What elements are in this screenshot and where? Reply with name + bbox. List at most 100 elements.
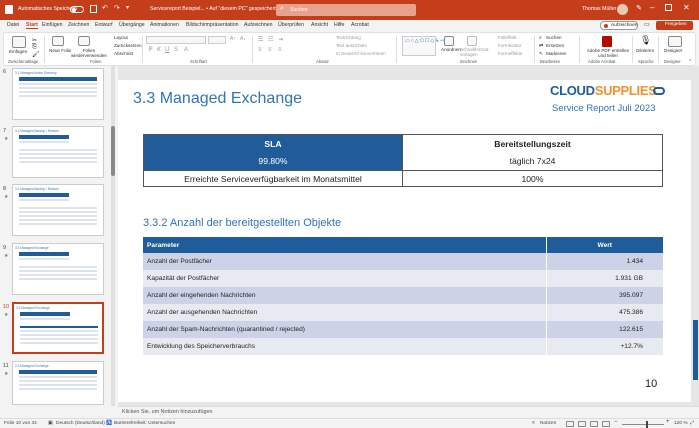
align-left-icon[interactable]: ≡ — [258, 47, 262, 53]
section-heading[interactable]: 3.3.2 Anzahl der bereitgestellten Objekt… — [143, 217, 341, 229]
replace-button[interactable]: Ersetzen — [546, 43, 564, 48]
slideshow-icon[interactable] — [602, 421, 610, 427]
tab-uebergaenge[interactable]: Übergänge — [119, 22, 145, 28]
zoom-in-icon[interactable]: + — [666, 419, 670, 425]
notes-placeholder[interactable]: Klicken Sie, um Notizen hinzuzufügen — [122, 409, 213, 415]
italic-icon[interactable]: K — [157, 47, 161, 53]
autosave-toggle[interactable] — [70, 6, 84, 13]
arrange-icon[interactable] — [444, 36, 454, 46]
collapse-ribbon-icon[interactable]: ⌃ — [688, 59, 692, 65]
outline-button[interactable]: Formkontur — [498, 43, 522, 48]
zoom-level[interactable]: 120 % — [674, 421, 688, 426]
grow-font-icon[interactable]: A↑ — [230, 36, 236, 42]
find-icon[interactable]: ⌕ — [539, 35, 542, 41]
effects-button[interactable]: Formeffekte — [498, 51, 522, 56]
zoom-slider-thumb[interactable] — [646, 421, 648, 428]
tab-start[interactable]: Start — [26, 22, 38, 29]
reset-button[interactable]: Zurücksetzen — [114, 43, 142, 48]
tab-ueberpruefen[interactable]: Überprüfen — [278, 22, 304, 28]
dictate-icon[interactable]: 🎙 — [640, 35, 651, 46]
align-right-icon[interactable]: ≡ — [278, 47, 282, 53]
section-button[interactable]: Abschnitt — [114, 51, 133, 56]
quick-styles-label[interactable]: Schnellformat-vorlagen — [460, 47, 490, 57]
canvas-scrollbar[interactable] — [692, 66, 699, 406]
accessibility-icon[interactable]: ♿ — [106, 421, 112, 426]
search-box[interactable]: ⌕ Suchen — [276, 4, 416, 16]
tab-animationen[interactable]: Animationen — [150, 22, 179, 28]
dictate-label[interactable]: Diktieren — [636, 48, 654, 53]
slide-sorter-icon[interactable] — [578, 421, 586, 427]
slide-thumbnail-11[interactable]: 3.3 Managed Exchange — [12, 361, 104, 405]
minimize-icon[interactable]: – — [650, 3, 654, 12]
tab-bildschirmpraesentation[interactable]: Bildschirmpräsentation — [186, 22, 238, 28]
paste-label[interactable]: Einfügen — [9, 49, 27, 54]
normal-view-icon[interactable] — [566, 421, 574, 427]
slide-thumbnail-8[interactable]: 3.2 Managed Backup / Restore — [12, 184, 104, 236]
tab-acrobat[interactable]: Acrobat — [351, 22, 369, 28]
slide[interactable]: 3.3 Managed Exchange CLOUDSUPPLIES Servi… — [118, 80, 691, 402]
record-button[interactable]: Aufzeichnen — [600, 21, 638, 30]
fit-to-window-icon[interactable]: ⤢ — [690, 420, 694, 426]
tab-zeichnen[interactable]: Zeichnen — [68, 22, 89, 28]
copy-icon[interactable]: ⎘ — [32, 44, 37, 51]
select-button[interactable]: Markieren — [546, 51, 566, 56]
redo-icon[interactable]: ↷ — [114, 4, 120, 12]
notes-icon[interactable]: ≡ — [532, 421, 535, 426]
close-icon[interactable]: ✕ — [683, 3, 690, 12]
sla-table[interactable]: SLA Bereitstellungszeit 99.80% täglich 7… — [143, 134, 663, 187]
tab-einfuegen[interactable]: Einfügen — [42, 22, 62, 28]
reuse-slides-icon[interactable] — [78, 36, 90, 46]
slide-thumbnail-9[interactable]: 3.3 Managed Exchange — [12, 243, 104, 295]
text-direction-button[interactable]: Textrichtung — [336, 35, 361, 40]
underline-icon[interactable]: U — [165, 47, 169, 53]
new-slide-icon[interactable] — [52, 36, 64, 46]
shrink-font-icon[interactable]: A↓ — [240, 36, 246, 42]
align-center-icon[interactable]: ≡ — [268, 47, 272, 53]
tab-ansicht[interactable]: Ansicht — [311, 22, 328, 28]
font-family-select[interactable] — [146, 36, 206, 44]
notes-toggle[interactable]: Notizen — [540, 421, 556, 426]
slide-title[interactable]: 3.3 Managed Exchange — [133, 90, 302, 108]
document-title[interactable]: Servicereport Beispiel... • Auf "diesem … — [150, 6, 276, 12]
bullets-icon[interactable]: ☰ — [258, 36, 263, 43]
designer-icon[interactable] — [668, 36, 682, 47]
avatar[interactable] — [617, 4, 628, 15]
reuse-slides-label[interactable]: Folien wiederverwenden — [68, 48, 110, 58]
quick-styles-icon[interactable] — [467, 36, 477, 46]
shapes-gallery[interactable]: ▭○△⬠☐◇↳⇨ — [402, 36, 445, 56]
customize-toolbar-icon[interactable]: ▾ — [126, 4, 129, 11]
align-text-button[interactable]: Text ausrichten — [336, 43, 367, 48]
adobe-pdf-icon[interactable] — [602, 36, 612, 47]
maximize-icon[interactable] — [665, 4, 672, 11]
undo-icon[interactable]: ↶ — [102, 4, 108, 12]
arrange-label[interactable]: Anordnen — [441, 47, 461, 52]
find-button[interactable]: Suchen — [546, 35, 562, 40]
numbering-icon[interactable]: ☷ — [268, 36, 273, 43]
spellcheck-icon[interactable]: ▣ — [48, 421, 53, 426]
accessibility-status[interactable]: Barrierefreiheit: Untersuchen — [114, 421, 175, 426]
zoom-out-icon[interactable]: − — [614, 419, 618, 425]
adobe-pdf-label[interactable]: Adobe PDF erstellen und teilen — [586, 48, 630, 58]
pen-icon[interactable]: ✎ — [636, 4, 642, 12]
cut-icon[interactable]: ✂ — [32, 37, 37, 44]
zoom-slider[interactable] — [622, 421, 664, 428]
comments-icon[interactable]: ▭ — [644, 21, 650, 28]
indent-icon[interactable]: ⇥ — [278, 36, 283, 43]
smartart-button[interactable]: In SmartArt konvertieren — [336, 51, 386, 56]
slide-thumbnail-6[interactable]: 3.1 Managed Active Directory — [12, 68, 104, 120]
bold-icon[interactable]: F — [149, 47, 153, 53]
strikethrough-icon[interactable]: S — [174, 47, 178, 53]
tab-datei[interactable]: Datei — [7, 22, 19, 28]
fill-button[interactable]: Fülleffekt — [498, 35, 517, 40]
paste-icon[interactable] — [12, 36, 26, 48]
slide-thumbnail-7[interactable]: 3.2 Managed Backup / Restore — [12, 126, 104, 178]
font-size-select[interactable] — [208, 36, 226, 44]
layout-button[interactable]: Layout — [114, 35, 128, 40]
select-icon[interactable]: ↖ — [539, 51, 543, 57]
save-icon[interactable] — [90, 5, 97, 13]
designer-label[interactable]: Designer — [664, 48, 682, 53]
tab-aufzeichnen[interactable]: Aufzeichnen — [244, 22, 273, 28]
canvas-scrollbar-thumb[interactable] — [693, 320, 698, 380]
tab-entwurf[interactable]: Entwurf — [95, 22, 113, 28]
replace-icon[interactable]: ⇄ — [539, 43, 543, 49]
